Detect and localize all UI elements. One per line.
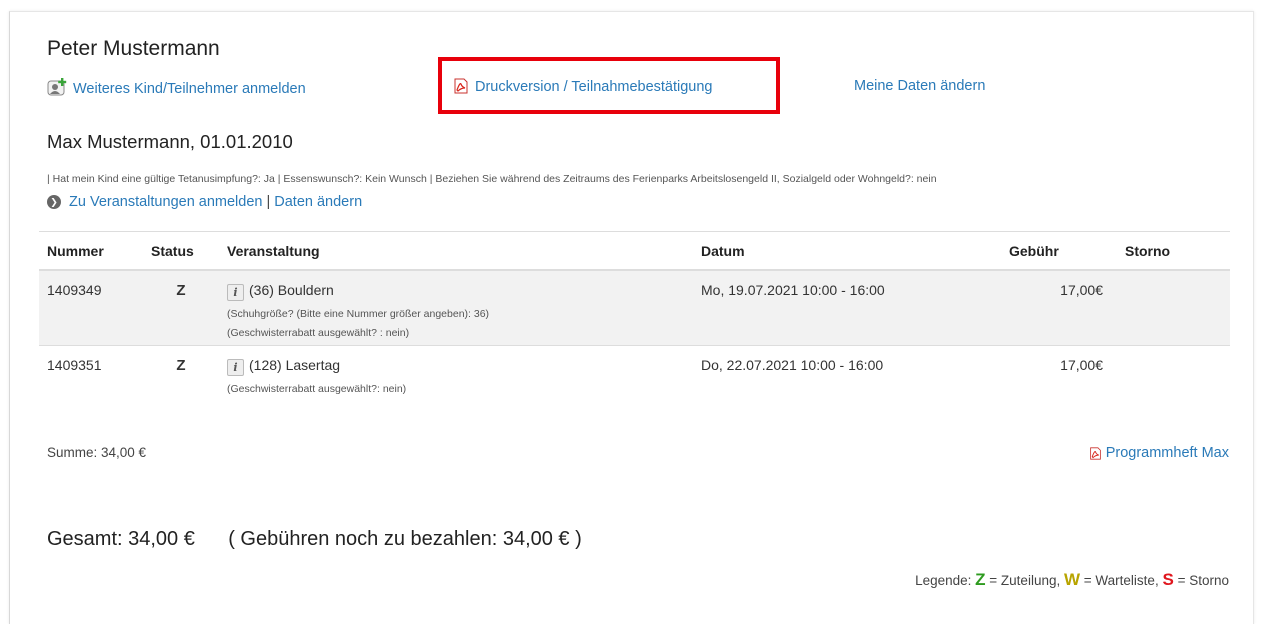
row-nummer: 1409349 xyxy=(39,269,143,346)
legend-w: W xyxy=(1063,570,1081,589)
register-events-link[interactable]: Zu Veranstaltungen anmelden xyxy=(69,194,262,210)
programmheft-label[interactable]: Programmheft Max xyxy=(1106,445,1229,461)
col-header-veranstaltung: Veranstaltung xyxy=(219,231,693,271)
row-gebuehr: 17,00€ xyxy=(1001,345,1111,401)
legend: Legende: Z = Zuteilung, W = Warteliste, … xyxy=(915,570,1229,590)
edit-data-link[interactable]: Daten ändern xyxy=(274,194,362,210)
row-status: Z xyxy=(143,345,219,401)
table-row: 1409349 Z i (36) Bouldern (Schuhgröße? (B… xyxy=(39,269,1230,346)
parent-name: Peter Mustermann xyxy=(47,37,220,60)
col-header-datum: Datum xyxy=(693,231,1001,271)
col-header-gebuehr: Gebühr xyxy=(1001,231,1111,271)
add-child-link[interactable]: Weiteres Kind/Teilnehmer anmelden xyxy=(47,78,306,97)
row-datum: Do, 22.07.2021 10:00 - 16:00 xyxy=(693,345,1001,401)
info-icon[interactable]: i xyxy=(227,284,244,301)
child-links: ❯ Zu Veranstaltungen anmelden | Daten änder… xyxy=(47,194,362,210)
row-storno xyxy=(1111,269,1230,346)
event-note: (Geschwisterrabatt ausgewählt?: nein) xyxy=(227,383,407,395)
programmheft-link[interactable]: Programmheft Max xyxy=(1089,445,1229,461)
row-datum: Mo, 19.07.2021 10:00 - 16:00 xyxy=(693,269,1001,346)
sum-text: Summe: 34,00 € xyxy=(47,445,147,460)
table-row: 1409351 Z i (128) Lasertag (Geschwisterra… xyxy=(39,345,1230,401)
info-icon[interactable]: i xyxy=(227,359,244,376)
child-name: Max Mustermann, 01.01.2010 xyxy=(47,131,293,152)
event-title: (128) Lasertag xyxy=(249,357,341,373)
event-note: (Schuhgröße? (Bitte eine Nummer größer a… xyxy=(227,308,490,320)
total-text: Gesamt: 34,00 € ( Gebühren noch zu bezah… xyxy=(47,528,582,550)
legend-z-text: = Zuteilung, xyxy=(989,573,1061,588)
legend-s-text: = Storno xyxy=(1177,573,1229,588)
highlight-frame xyxy=(438,57,780,114)
col-header-status: Status xyxy=(143,231,219,271)
add-child-label[interactable]: Weiteres Kind/Teilnehmer anmelden xyxy=(73,81,306,97)
link-separator: | xyxy=(266,194,271,210)
row-status: Z xyxy=(143,269,219,346)
event-title: (36) Bouldern xyxy=(249,282,334,298)
row-storno xyxy=(1111,345,1230,401)
legend-s: S xyxy=(1162,570,1174,589)
row-veranstaltung: i (36) Bouldern (Schuhgröße? (Bitte eine … xyxy=(219,269,693,346)
row-gebuehr: 17,00€ xyxy=(1001,269,1111,346)
bookings-table: Nummer Status Veranstaltung Datum Gebühr… xyxy=(39,231,1230,401)
event-note: (Geschwisterrabatt ausgewählt? : nein) xyxy=(227,327,410,339)
legend-prefix: Legende: xyxy=(915,573,972,588)
legend-z: Z xyxy=(975,570,986,589)
add-user-icon xyxy=(47,78,67,96)
col-header-storno: Storno xyxy=(1111,231,1230,271)
row-veranstaltung: i (128) Lasertag (Geschwisterrabatt ausge… xyxy=(219,345,693,401)
row-nummer: 1409351 xyxy=(39,345,143,401)
my-data-link[interactable]: Meine Daten ändern xyxy=(854,78,985,94)
legend-w-text: = Warteliste, xyxy=(1083,573,1159,588)
child-info: | Hat mein Kind eine gültige Tetanusimpf… xyxy=(47,173,937,185)
pdf-icon xyxy=(1089,447,1102,460)
arrow-circle-icon: ❯ xyxy=(47,195,61,209)
col-header-nummer: Nummer xyxy=(39,231,143,271)
table-header-row: Nummer Status Veranstaltung Datum Gebühr… xyxy=(39,231,1230,271)
